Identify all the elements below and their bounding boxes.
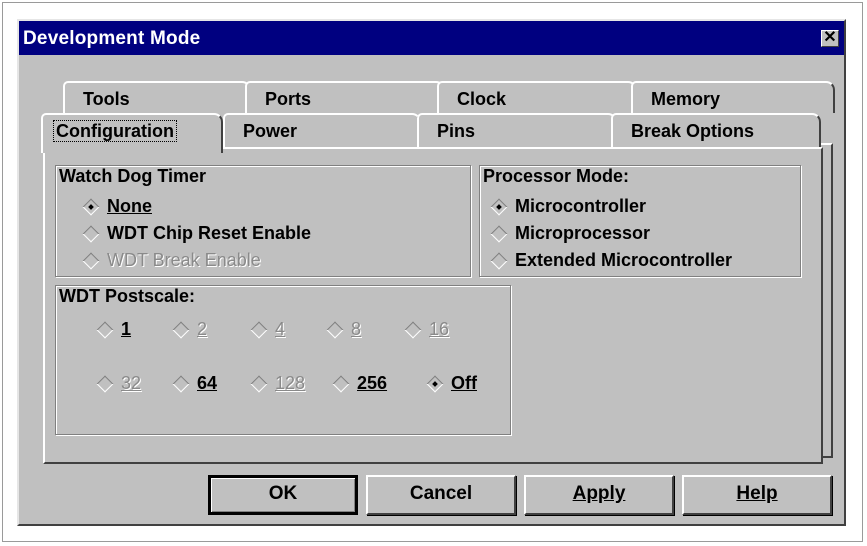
radio-label: 64 [197, 373, 218, 393]
title-bar[interactable]: Development Mode ✕ [19, 21, 844, 55]
postscale-title: WDT Postscale: [59, 286, 196, 306]
window-title: Development Mode [23, 28, 201, 49]
tab-break-options[interactable]: Break Options [611, 113, 821, 147]
configuration-panel: Watch Dog Timer None WDT Chip Reset Enab… [43, 147, 823, 464]
tab-pins[interactable]: Pins [417, 113, 617, 147]
radio-label: None [107, 196, 152, 216]
help-button[interactable]: Help [682, 475, 832, 515]
tab-memory[interactable]: Memory [631, 81, 835, 113]
help-label: Help [736, 483, 778, 504]
tab-tools[interactable]: Tools [63, 81, 251, 113]
radio-label: 2 [197, 319, 208, 339]
radio-label: Extended Microcontroller [515, 250, 733, 270]
radio-label: 256 [357, 373, 388, 393]
ok-button[interactable]: OK [208, 475, 358, 515]
development-mode-dialog: Development Mode ✕ Tools Ports Clock Mem… [17, 19, 846, 526]
radio-label: WDT Break Enable [107, 250, 261, 270]
tab-power[interactable]: Power [223, 113, 421, 147]
radio-label: Microcontroller [515, 196, 647, 216]
close-icon: ✕ [823, 29, 837, 46]
radio-label: Microprocessor [515, 223, 651, 243]
radio-label: 1 [121, 319, 132, 339]
tab-configuration[interactable]: Configuration [41, 113, 223, 153]
radio-label: 32 [121, 373, 142, 393]
apply-label: Apply [572, 483, 626, 504]
cancel-button[interactable]: Cancel [366, 475, 516, 515]
apply-button[interactable]: Apply [524, 475, 674, 515]
radio-label: Off [451, 373, 477, 393]
radio-label: 128 [275, 373, 306, 393]
tab-clock[interactable]: Clock [437, 81, 637, 113]
watchdog-title: Watch Dog Timer [59, 166, 207, 186]
radio-label: 4 [275, 319, 286, 339]
processor-mode-title: Processor Mode: [483, 166, 630, 186]
postscale-group [55, 285, 511, 435]
radio-label: WDT Chip Reset Enable [107, 223, 312, 243]
radio-label: 16 [429, 319, 450, 339]
tab-ports[interactable]: Ports [245, 81, 445, 113]
close-button[interactable]: ✕ [821, 30, 839, 47]
radio-label: 8 [351, 319, 362, 339]
